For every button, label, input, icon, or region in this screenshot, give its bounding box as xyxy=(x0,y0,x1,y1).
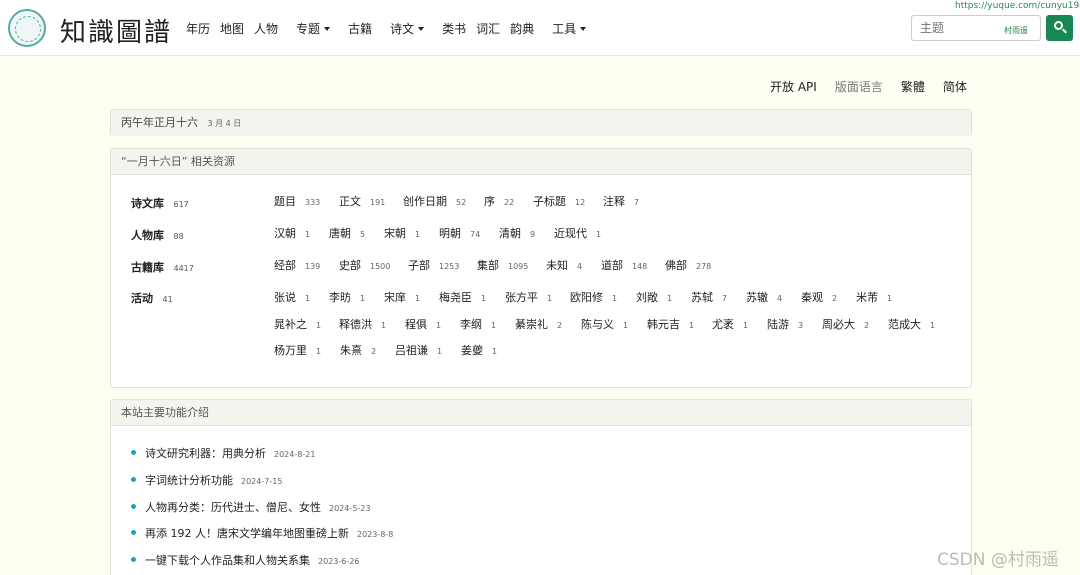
nav-item-people[interactable]: 人物 xyxy=(254,20,278,37)
resource-row-events[interactable]: 活动 41 xyxy=(131,290,173,306)
resource-tag[interactable]: 近现代 1 xyxy=(554,225,601,241)
nav-item-calendar[interactable]: 年历 xyxy=(186,20,210,37)
nav-item-vocabulary[interactable]: 词汇 xyxy=(476,20,500,37)
person-tag[interactable]: 李纲 1 xyxy=(460,316,496,332)
related-resources-card: “一月十六日” 相关资源 诗文库 617 人物库 88 古籍库 4417 活动 … xyxy=(110,148,972,388)
resource-tag[interactable]: 题目 333 xyxy=(274,193,320,209)
person-tag[interactable]: 苏辙 4 xyxy=(746,289,782,305)
bullet-dot-icon xyxy=(131,530,136,535)
person-tag[interactable]: 吕祖谦 1 xyxy=(395,342,442,358)
date-header: 丙午年正月十六 3 月 4 日 xyxy=(111,110,971,136)
resource-tag[interactable]: 创作日期 52 xyxy=(403,193,466,209)
resource-tag[interactable]: 明朝 74 xyxy=(439,225,480,241)
resource-tag[interactable]: 正文 191 xyxy=(339,193,385,209)
nav-item-rhymes[interactable]: 韵典 xyxy=(510,20,534,37)
resource-tag[interactable]: 佛部 278 xyxy=(665,257,711,273)
bullet-dot-icon xyxy=(131,557,136,562)
resources-heading: “一月十六日” 相关资源 xyxy=(111,149,971,175)
person-tag[interactable]: 李昉 1 xyxy=(329,289,365,305)
person-tag[interactable]: 苏轼 7 xyxy=(691,289,727,305)
nav-item-books[interactable]: 古籍 xyxy=(348,20,372,37)
person-tag[interactable]: 张说 1 xyxy=(274,289,310,305)
nav-item-map[interactable]: 地图 xyxy=(220,20,244,37)
resource-tag[interactable]: 未知 4 xyxy=(546,257,582,273)
person-tag[interactable]: 米芾 1 xyxy=(856,289,892,305)
solar-date: 3 月 4 日 xyxy=(207,119,242,128)
resource-tag[interactable]: 经部 139 xyxy=(274,257,320,273)
features-intro-card: 本站主要功能介绍 诗文研究利器：用典分析 2024-8-21 字词统计分析功能 20… xyxy=(110,399,972,575)
layout-language-label: 版面语言 xyxy=(834,80,883,94)
resource-tag[interactable]: 宋朝 1 xyxy=(384,225,420,241)
bullet-dot-icon xyxy=(131,504,136,509)
person-tag[interactable]: 尤袤 1 xyxy=(712,316,748,332)
person-tag[interactable]: 杨万里 1 xyxy=(274,342,321,358)
nav-item-poems[interactable]: 诗文 xyxy=(390,20,424,37)
search-input-sublabel: 村雨遥 xyxy=(1004,26,1028,35)
person-tag[interactable]: 韩元吉 1 xyxy=(647,316,694,332)
resource-tag[interactable]: 子部 1253 xyxy=(408,257,459,273)
person-tag[interactable]: 綦崇礼 2 xyxy=(515,316,562,332)
resource-tag[interactable]: 子标题 12 xyxy=(533,193,585,209)
resource-row-poems[interactable]: 诗文库 617 xyxy=(131,195,189,211)
open-api-link[interactable]: 开放 API xyxy=(770,78,817,95)
person-tag[interactable]: 刘敞 1 xyxy=(636,289,672,305)
watermark-url: https://yuque.com/cunyu1943 xyxy=(955,1,1080,11)
person-tag[interactable]: 宋庠 1 xyxy=(384,289,420,305)
person-tag[interactable]: 陈与义 1 xyxy=(581,316,628,332)
resource-tag[interactable]: 序 22 xyxy=(484,193,514,209)
person-tag[interactable]: 秦观 2 xyxy=(801,289,837,305)
resource-tag[interactable]: 集部 1095 xyxy=(477,257,528,273)
person-tag[interactable]: 姜夔 1 xyxy=(461,342,497,358)
simplified-chinese-link[interactable]: 简体 xyxy=(943,78,967,95)
resource-tag[interactable]: 汉朝 1 xyxy=(274,225,310,241)
language-links: 开放 API 版面语言 繁體 简体 xyxy=(770,78,985,95)
person-tag[interactable]: 朱熹 2 xyxy=(340,342,376,358)
search-button[interactable] xyxy=(1046,15,1073,41)
person-tag[interactable]: 晁补之 1 xyxy=(274,316,321,332)
person-tag[interactable]: 范成大 1 xyxy=(888,316,935,332)
traditional-chinese-link[interactable]: 繁體 xyxy=(901,78,925,95)
lunar-date: 丙午年正月十六 xyxy=(121,116,198,129)
intro-heading: 本站主要功能介绍 xyxy=(111,400,971,426)
bullet-dot-icon xyxy=(131,450,136,455)
person-tag[interactable]: 陆游 3 xyxy=(767,316,803,332)
feature-news-item[interactable]: 一键下载个人作品集和人物关系集 2023-6-26 xyxy=(131,552,359,568)
nav-item-encyclopedia[interactable]: 类书 xyxy=(442,20,466,37)
person-tag[interactable]: 程俱 1 xyxy=(405,316,441,332)
feature-news-item[interactable]: 诗文研究利器：用典分析 2024-8-21 xyxy=(131,445,315,461)
resource-tag[interactable]: 唐朝 5 xyxy=(329,225,365,241)
person-tag[interactable]: 释德洪 1 xyxy=(339,316,386,332)
resource-row-books[interactable]: 古籍库 4417 xyxy=(131,259,194,275)
person-tag[interactable]: 周必大 2 xyxy=(822,316,869,332)
person-tag[interactable]: 张方平 1 xyxy=(505,289,552,305)
nav-item-tools[interactable]: 工具 xyxy=(552,20,586,37)
csdn-watermark: CSDN @村雨遥 xyxy=(937,550,1059,570)
resource-tag[interactable]: 道部 148 xyxy=(601,257,647,273)
seal-logo-icon[interactable] xyxy=(8,9,46,47)
resource-row-people[interactable]: 人物库 88 xyxy=(131,227,184,243)
bullet-dot-icon xyxy=(131,477,136,482)
resource-tag[interactable]: 史部 1500 xyxy=(339,257,390,273)
nav-item-topics[interactable]: 专题 xyxy=(296,20,330,37)
feature-news-item[interactable]: 再添 192 人！唐宋文学编年地图重磅上新 2023-8-8 xyxy=(131,525,393,541)
feature-news-item[interactable]: 人物再分类：历代进士、僧尼、女性 2024-5-23 xyxy=(131,499,370,515)
resource-tag[interactable]: 注释 7 xyxy=(603,193,639,209)
feature-news-item[interactable]: 字词统计分析功能 2024-7-15 xyxy=(131,472,282,488)
main-nav: 年历 地图 人物 专题 古籍 诗文 类书 词汇 韵典 工具 xyxy=(186,20,596,37)
resource-tag[interactable]: 清朝 9 xyxy=(499,225,535,241)
person-tag[interactable]: 梅尧臣 1 xyxy=(439,289,486,305)
top-navbar: 知識圖譜 年历 地图 人物 专题 古籍 诗文 类书 词汇 韵典 工具 村雨遥 h… xyxy=(0,0,1080,56)
site-title[interactable]: 知識圖譜 xyxy=(60,12,172,49)
person-tag[interactable]: 欧阳修 1 xyxy=(570,289,617,305)
date-card: 丙午年正月十六 3 月 4 日 xyxy=(110,109,972,136)
